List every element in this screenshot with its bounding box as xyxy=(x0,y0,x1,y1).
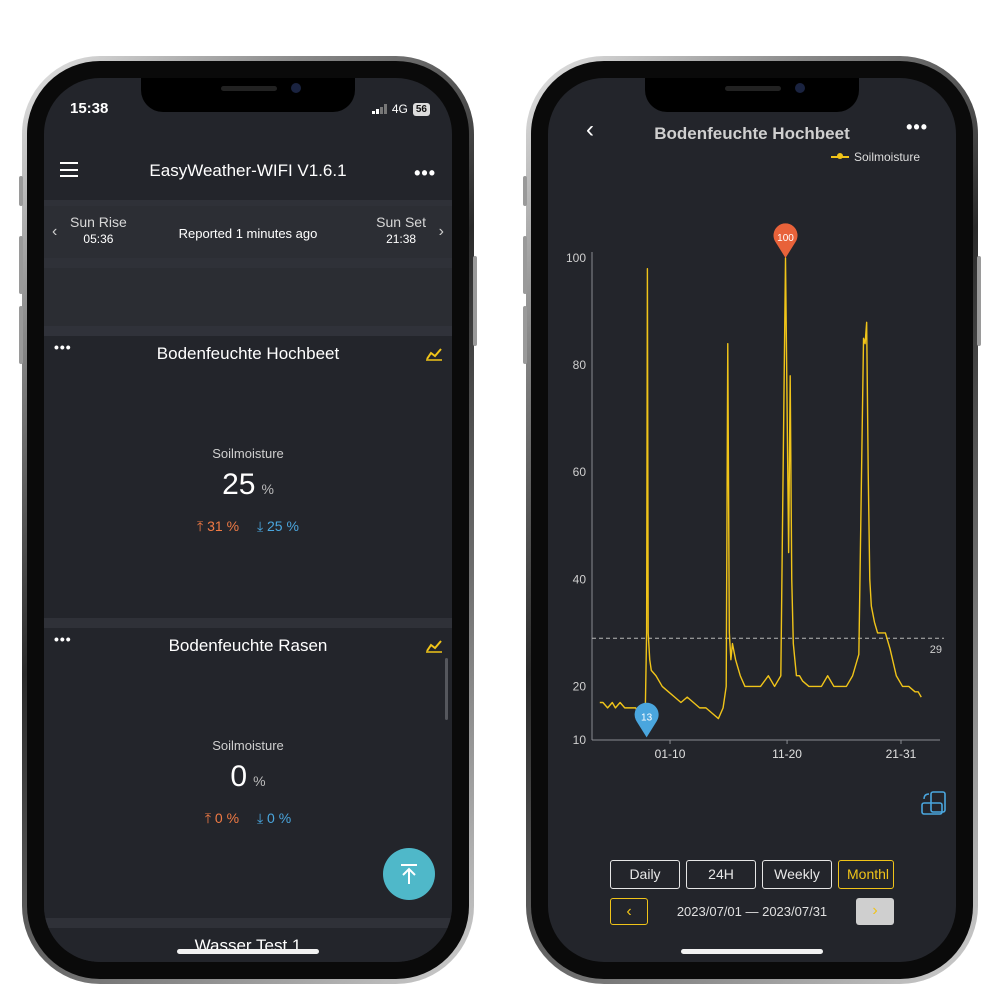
period-tabs: Daily 24H Weekly Monthl xyxy=(610,860,894,889)
tab-weekly[interactable]: Weekly xyxy=(762,860,832,889)
left-phone-frame: 15:38 4G 56 EasyWeather-WIFI V1.6.1 ••• … xyxy=(19,56,477,984)
sun-times-row: ‹ Sun Rise 05:36 Reported 1 minutes ago … xyxy=(44,206,452,258)
sensor-card[interactable]: ••• Bodenfeuchte Hochbeet Soilmoisture 2… xyxy=(44,336,452,618)
scroll-to-top-button[interactable] xyxy=(383,848,435,900)
right-screen: ‹ Bodenfeuchte Hochbeet ••• Soilmoisture… xyxy=(548,78,956,962)
arrow-up-icon xyxy=(401,864,417,884)
metric-value: 25% xyxy=(222,468,274,501)
y-tick-label: 10 xyxy=(573,733,587,747)
tab-daily[interactable]: Daily xyxy=(610,860,680,889)
high-value: ⤒ 31 % xyxy=(197,518,240,534)
x-tick-label: 01-10 xyxy=(655,747,686,761)
chart-icon[interactable] xyxy=(426,639,442,653)
legend-label: Soilmoisture xyxy=(853,150,920,164)
metric-value: 0% xyxy=(230,760,266,793)
stage: 15:38 4G 56 EasyWeather-WIFI V1.6.1 ••• … xyxy=(0,0,1000,1000)
chart-icon[interactable] xyxy=(426,347,442,361)
app-title: EasyWeather-WIFI V1.6.1 xyxy=(149,161,347,180)
home-indicator[interactable] xyxy=(681,949,823,954)
more-options-icon[interactable]: ••• xyxy=(906,118,928,136)
battery-icon: 56 xyxy=(412,102,430,116)
legend-line-icon xyxy=(830,153,849,159)
sensor-card[interactable]: Wasser Test 1 xyxy=(44,928,452,962)
chart-legend[interactable]: Soilmoisture xyxy=(830,150,920,164)
rotate-screen-icon[interactable] xyxy=(920,790,948,816)
metric-label: Soilmoisture xyxy=(212,446,284,461)
tab-24h[interactable]: 24H xyxy=(686,860,756,889)
chevron-right-icon[interactable]: › xyxy=(439,223,444,241)
y-tick-label: 80 xyxy=(573,358,587,372)
metric-label: Soilmoisture xyxy=(212,738,284,753)
y-tick-label: 20 xyxy=(573,679,587,693)
date-range-row: ‹ 2023/07/01 — 2023/07/31 › xyxy=(610,898,894,926)
right-phone-frame: ‹ Bodenfeuchte Hochbeet ••• Soilmoisture… xyxy=(523,56,981,984)
soil-moisture-chart[interactable]: 10 20 40 60 80 100 01-10 11-20 21-31 29 100 13 xyxy=(548,178,956,818)
scrollbar[interactable] xyxy=(445,658,448,720)
min-max-row: ⤒ 31 % ⤓ 25 % xyxy=(44,518,452,535)
previous-period-button[interactable]: ‹ xyxy=(610,898,648,925)
y-tick-label: 40 xyxy=(573,572,587,586)
x-tick-label: 11-20 xyxy=(772,747,802,761)
more-options-icon[interactable]: ••• xyxy=(414,164,436,182)
left-screen: 15:38 4G 56 EasyWeather-WIFI V1.6.1 ••• … xyxy=(44,78,452,962)
network-label: 4G xyxy=(391,102,408,116)
max-value-marker[interactable]: 100 xyxy=(773,223,798,258)
chart-page-title: Bodenfeuchte Hochbeet xyxy=(654,124,850,143)
svg-text:100: 100 xyxy=(777,233,794,244)
high-value: ⤒ 0 % xyxy=(204,810,240,826)
app-bar: EasyWeather-WIFI V1.6.1 ••• xyxy=(44,156,452,192)
home-indicator[interactable] xyxy=(177,949,319,954)
tab-monthly[interactable]: Monthl xyxy=(838,860,894,889)
signal-icon xyxy=(371,104,387,114)
svg-text:13: 13 xyxy=(641,712,653,723)
y-tick-label: 100 xyxy=(566,251,586,265)
low-value: ⤓ 0 % xyxy=(256,810,292,826)
min-max-row: ⤒ 0 % ⤓ 0 % xyxy=(44,810,452,827)
y-tick-label: 60 xyxy=(573,465,587,479)
min-value-marker[interactable]: 13 xyxy=(634,702,659,738)
series-line-soilmoisture xyxy=(599,257,922,725)
sun-set: Sun Set 21:38 xyxy=(376,214,426,246)
status-time: 15:38 xyxy=(70,100,109,117)
date-range-label: 2023/07/01 — 2023/07/31 xyxy=(676,904,828,919)
reference-line-label: 29 xyxy=(930,644,942,656)
low-value: ⤓ 25 % xyxy=(256,518,299,534)
card-title: Bodenfeuchte Hochbeet xyxy=(156,344,340,363)
card-title: Bodenfeuchte Rasen xyxy=(168,636,328,655)
next-period-button[interactable]: › xyxy=(856,898,894,925)
x-tick-label: 21-31 xyxy=(886,747,917,761)
